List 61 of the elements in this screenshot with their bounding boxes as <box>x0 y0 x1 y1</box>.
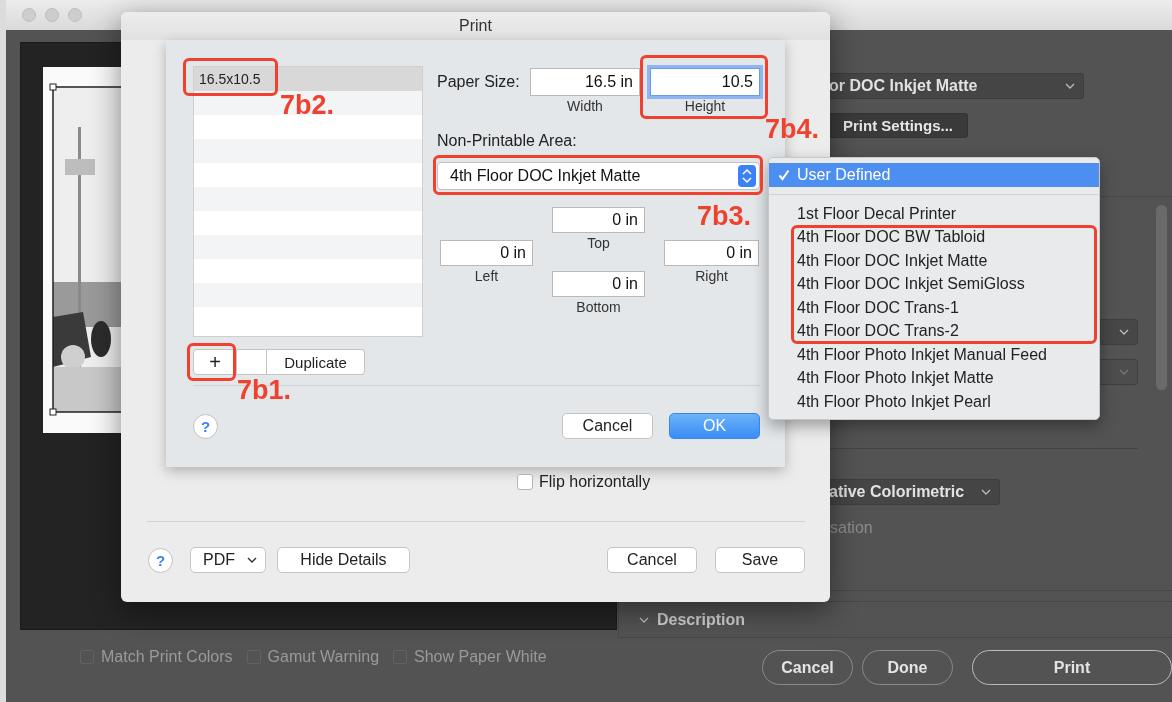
field-label: Non-Printable Area: <box>437 132 578 150</box>
height-field[interactable]: 10.5 <box>650 68 760 96</box>
chevron-icon <box>1119 369 1129 375</box>
minimize-window-icon[interactable] <box>45 8 59 22</box>
dialog-button[interactable]: Cancel <box>762 650 853 685</box>
chevron-icon <box>639 616 649 623</box>
field-caption: Top <box>587 235 610 251</box>
checkbox-label: Show Paper White <box>414 648 547 666</box>
pdf-menu-button[interactable]: PDF <box>190 547 266 573</box>
menu-item[interactable]: 1st Floor Decal Printer <box>769 201 1099 225</box>
checkbox[interactable] <box>517 474 533 490</box>
checkmark-icon <box>778 169 790 181</box>
chevron-icon <box>1065 83 1075 89</box>
checkbox-label: Match Print Colors <box>101 648 233 666</box>
menu-item[interactable]: 4th Floor DOC Trans-1 <box>769 295 1099 319</box>
menu-item[interactable]: 4th Floor Photo Inkjet Manual Feed <box>769 342 1099 366</box>
remove-button[interactable] <box>237 349 267 375</box>
menu-item[interactable]: 4th Floor DOC Inkjet Matte <box>769 248 1099 272</box>
dialog-button[interactable]: Hide Details <box>277 547 410 573</box>
chevron-icon <box>981 489 991 495</box>
field-caption: Bottom <box>576 299 621 315</box>
width-field[interactable]: 16.5 in <box>530 68 640 96</box>
dialog-button[interactable]: Print <box>972 650 1172 685</box>
dialog-button[interactable]: Done <box>862 650 953 685</box>
stepper-icon <box>738 165 756 187</box>
dialog-button[interactable]: Cancel <box>607 547 697 573</box>
list-item[interactable]: 16.5x10.5 <box>194 67 422 91</box>
annotation-label: 7b2. <box>280 90 335 121</box>
duplicate-button[interactable]: Duplicate <box>267 349 365 375</box>
top-margin-field[interactable]: 0 in <box>552 207 645 233</box>
dialog-button[interactable]: Cancel <box>562 413 653 439</box>
checkbox-label: Flip horizontally <box>539 473 651 491</box>
help-button[interactable]: ? <box>148 547 173 573</box>
field-label: Paper Size: <box>437 72 520 92</box>
checkbox-label: Gamut Warning <box>267 648 380 666</box>
zoom-window-icon[interactable] <box>68 8 82 22</box>
field-caption: Width <box>567 98 603 114</box>
help-button[interactable]: ? <box>193 413 218 439</box>
dialog-title: Print <box>121 12 830 40</box>
field-caption: Height <box>684 98 726 114</box>
menu-item[interactable]: 4th Floor Photo Inkjet Pearl <box>769 389 1099 413</box>
chevron-icon <box>1119 329 1129 335</box>
highlight-frame <box>187 343 236 381</box>
non-printable-area-popup[interactable]: 4th Floor DOC Inkjet Matte <box>437 162 760 190</box>
field-caption: Left <box>474 268 499 284</box>
field-caption: Right <box>695 268 728 284</box>
section-title: Description <box>657 610 745 629</box>
dialog-button[interactable]: Save <box>715 547 805 573</box>
close-window-icon[interactable] <box>22 8 36 22</box>
menu-item[interactable]: 4th Floor Photo Inkjet Matte <box>769 366 1099 390</box>
bottom-margin-field[interactable]: 0 in <box>552 271 645 297</box>
annotation-label: 7b1. <box>237 375 292 406</box>
chevron-icon <box>247 557 257 563</box>
annotation-label: 7b4. <box>765 114 820 145</box>
annotation-label: 7b3. <box>697 201 752 232</box>
print-settings-button[interactable]: Print Settings... <box>828 113 968 138</box>
option-label: sation <box>830 519 874 537</box>
left-margin-field[interactable]: 0 in <box>440 240 533 266</box>
right-margin-field[interactable]: 0 in <box>664 240 759 266</box>
menu-item[interactable]: 4th Floor DOC Inkjet SemiGloss <box>769 272 1099 296</box>
add-button[interactable]: + <box>193 349 237 375</box>
